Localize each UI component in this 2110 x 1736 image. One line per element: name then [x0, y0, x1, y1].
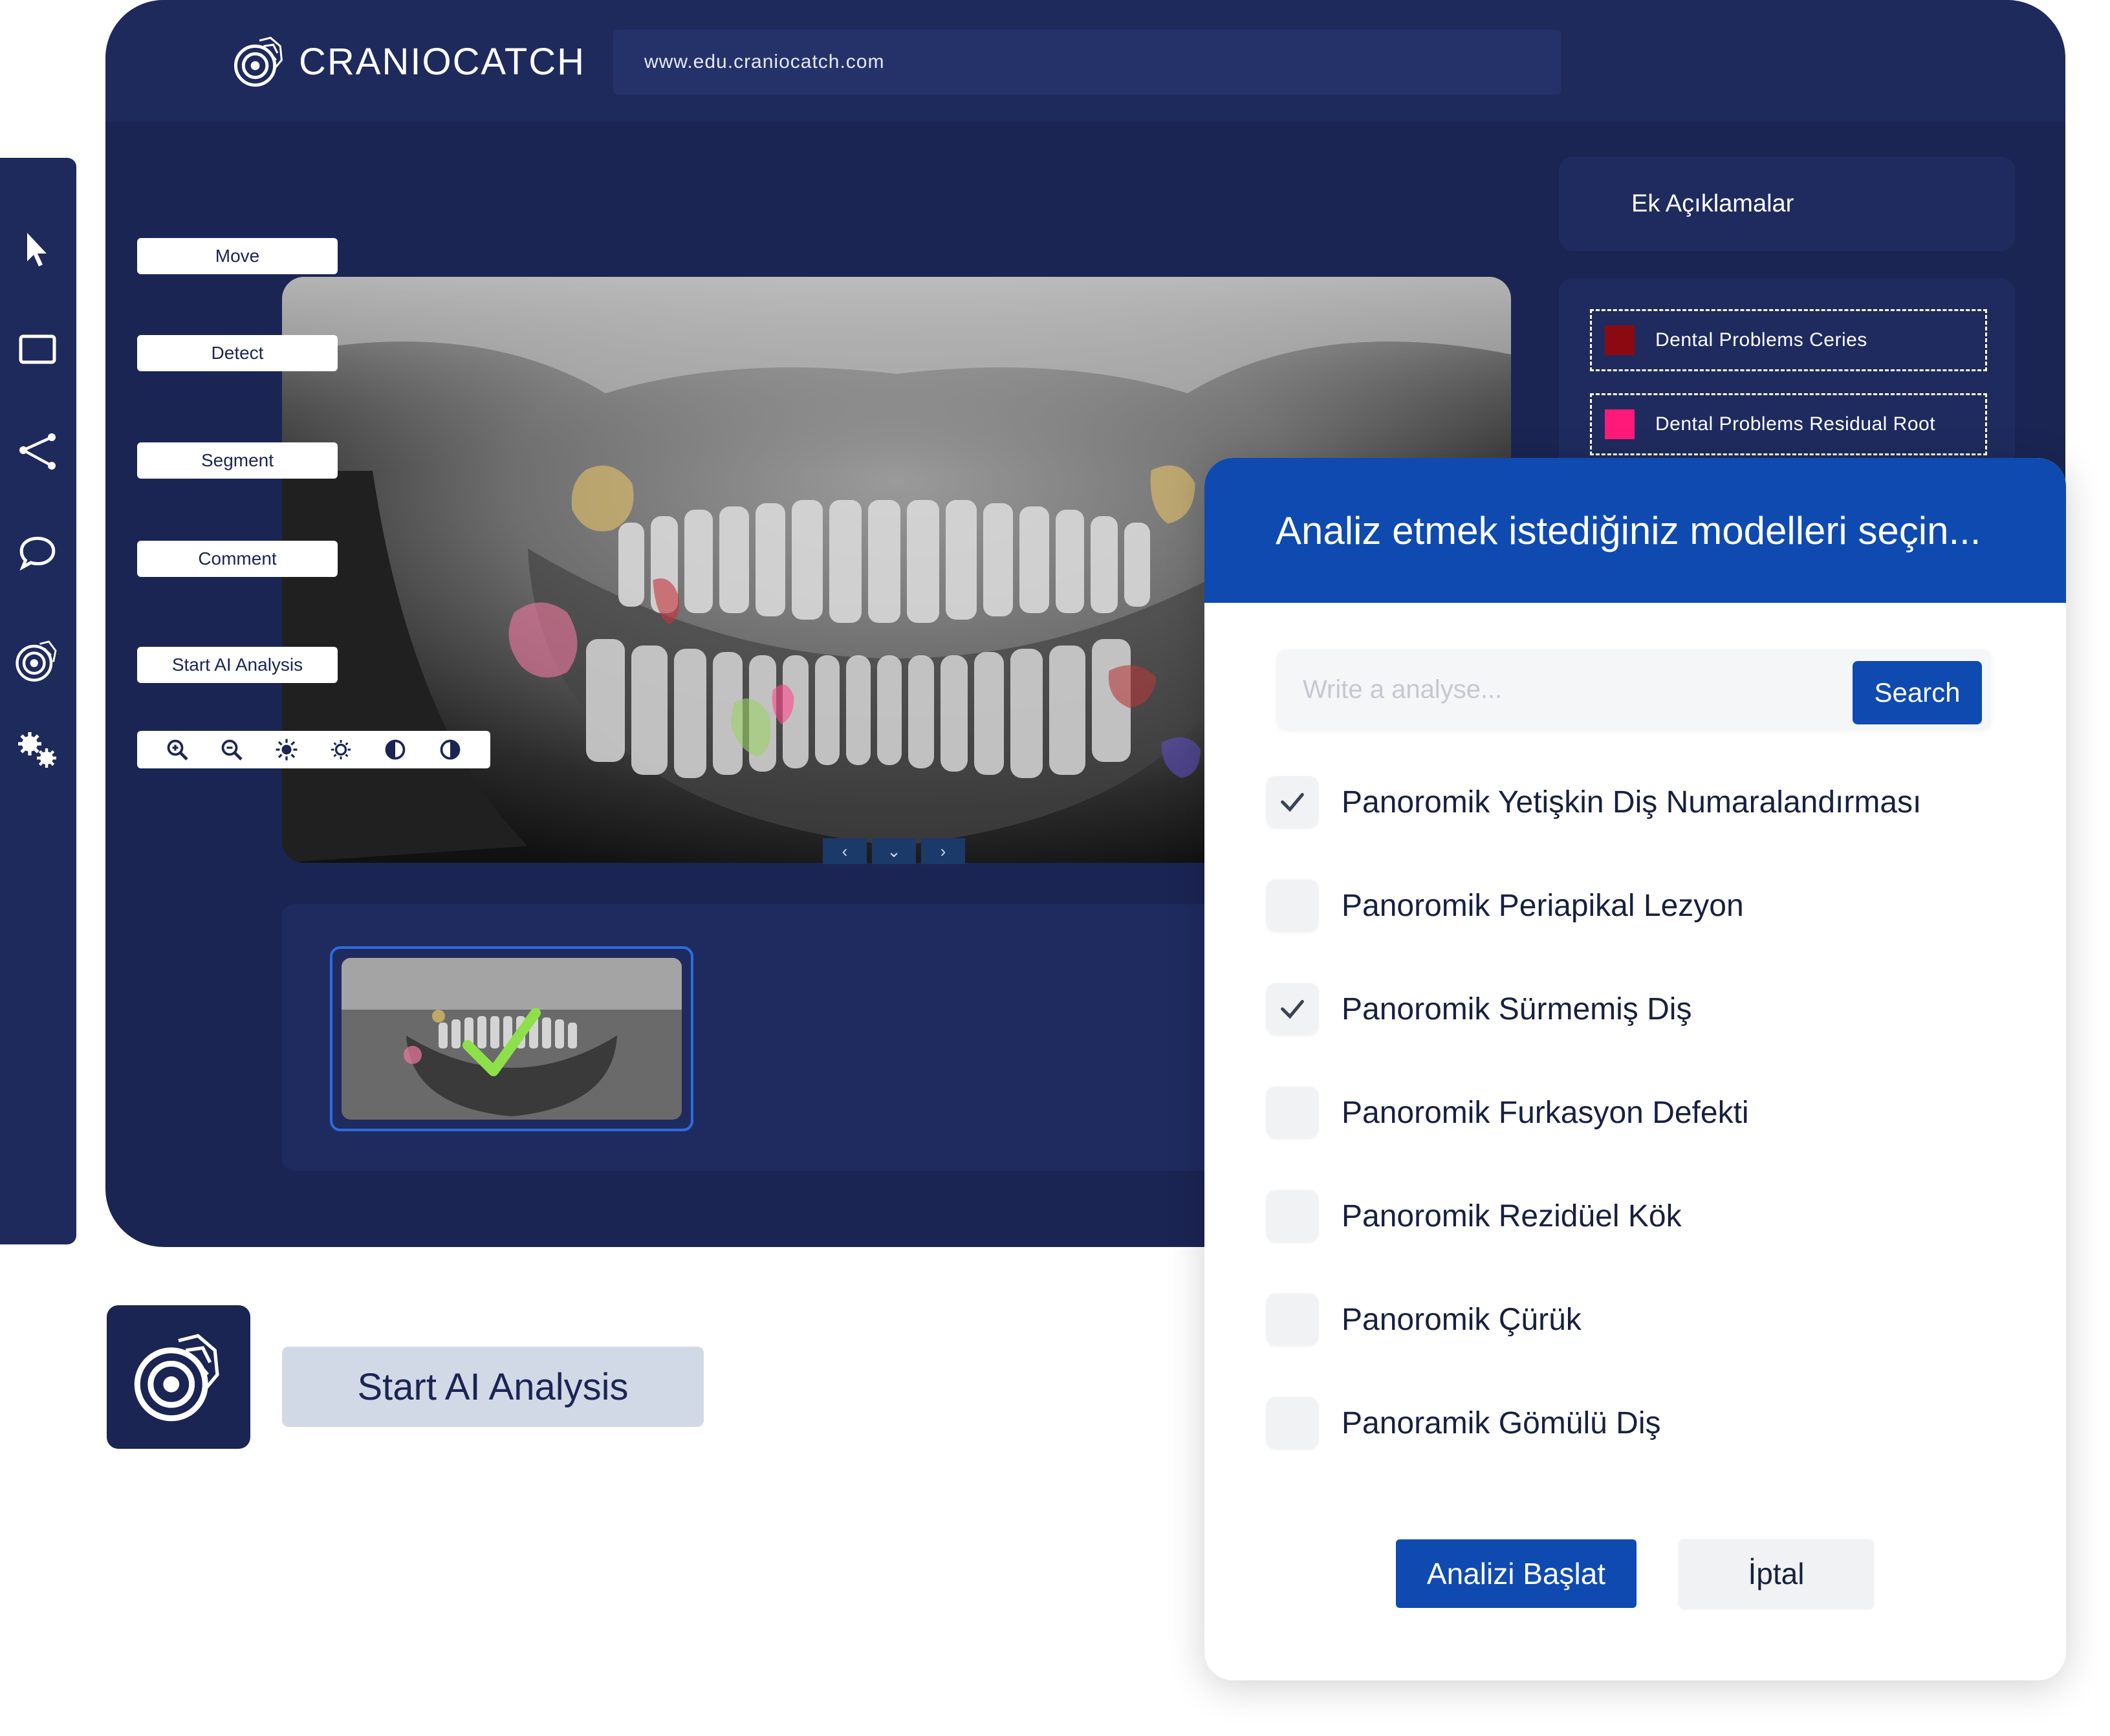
checkmark-icon [1281, 793, 1304, 812]
zoom-out-icon[interactable] [219, 737, 245, 763]
legend-swatch-caries [1605, 325, 1635, 355]
checkbox-unchecked[interactable] [1267, 1190, 1318, 1242]
detect-tool-button[interactable]: Detect [137, 335, 338, 371]
checkbox-checked[interactable] [1267, 776, 1318, 828]
left-toolbar [0, 158, 76, 1244]
model-label: Panoromik Sürmemiş Diş [1342, 992, 1692, 1026]
brand-name: CRANIOCATCH [299, 40, 586, 83]
checkbox-checked[interactable] [1267, 983, 1318, 1035]
legend-item-caries[interactable]: Dental Problems Ceries [1590, 309, 1987, 371]
search-bar: Search [1277, 649, 1991, 730]
model-item-furcation-defect[interactable]: Panoromik Furkasyon Defekti [1267, 1087, 1749, 1138]
model-label: Panoromik Rezidüel Kök [1342, 1199, 1682, 1233]
page-root: CRANIOCATCH www.edu.craniocatch.com ‹ ⌄ … [0, 0, 2110, 1736]
model-item-adult-numbering[interactable]: Panoromik Yetişkin Diş Numaralandırması [1267, 776, 1921, 828]
start-ai-analysis-tool-button[interactable]: Start AI Analysis [137, 647, 338, 683]
rectangle-icon[interactable] [14, 326, 61, 373]
model-label: Panoromik Çürük [1342, 1302, 1582, 1337]
model-item-caries[interactable]: Panoromik Çürük [1267, 1294, 1582, 1345]
craniocatch-logo-icon [234, 36, 283, 87]
start-analysis-button[interactable]: Analizi Başlat [1396, 1539, 1637, 1608]
xray-navigation: ‹ ⌄ › [823, 838, 965, 864]
ai-logo-icon [134, 1334, 219, 1422]
expand-image-button[interactable]: ⌄ [872, 838, 916, 864]
start-ai-analysis-button[interactable]: Start AI Analysis [282, 1347, 704, 1427]
search-button[interactable]: Search [1853, 661, 1982, 724]
thumbnail-image [342, 958, 682, 1120]
brightness-down-icon[interactable] [328, 737, 354, 763]
move-tool-button[interactable]: Move [137, 238, 338, 274]
cancel-button[interactable]: İptal [1679, 1539, 1873, 1608]
contrast-up-icon[interactable] [382, 737, 408, 763]
legend-item-residual-root[interactable]: Dental Problems Residual Root [1590, 393, 1987, 455]
checkbox-unchecked[interactable] [1267, 1397, 1318, 1449]
checkbox-unchecked[interactable] [1267, 1294, 1318, 1345]
dialog-header: Analiz etmek istediğiniz modelleri seçin… [1204, 458, 2066, 603]
model-label: Panoromik Furkasyon Defekti [1342, 1095, 1749, 1130]
model-selection-dialog: Analiz etmek istediğiniz modelleri seçin… [1204, 458, 2066, 1680]
model-label: Panoromik Periapikal Lezyon [1342, 888, 1744, 923]
model-item-unerupted-tooth[interactable]: Panoromik Sürmemiş Diş [1267, 983, 1691, 1035]
brightness-up-icon[interactable] [274, 737, 299, 763]
annotations-header: Ek Açıklamalar [1559, 157, 2015, 251]
settings-icon[interactable] [14, 727, 61, 774]
model-item-periapical-lesion[interactable]: Panoromik Periapikal Lezyon [1267, 880, 1744, 931]
checkmark-icon [1281, 1000, 1304, 1019]
previous-image-button[interactable]: ‹ [823, 838, 867, 864]
legend-label-caries: Dental Problems Ceries [1655, 329, 1867, 351]
model-item-impacted-tooth[interactable]: Panoramik Gömülü Diş [1267, 1397, 1661, 1449]
brand-logo: CRANIOCATCH [232, 34, 585, 89]
url-bar[interactable]: www.edu.craniocatch.com [613, 30, 1561, 94]
ai-icon[interactable] [14, 636, 61, 683]
polyline-icon[interactable] [14, 428, 61, 475]
url-text: www.edu.craniocatch.com [644, 51, 885, 72]
app-header: CRANIOCATCH www.edu.craniocatch.com [105, 0, 2065, 122]
dialog-title: Analiz etmek istediğiniz modelleri seçin… [1276, 508, 1981, 552]
viewer-controls [137, 731, 490, 768]
cursor-icon[interactable] [14, 226, 61, 273]
legend-swatch-residual-root [1605, 409, 1635, 439]
comment-icon[interactable] [14, 529, 61, 576]
model-label: Panoramik Gömülü Diş [1342, 1405, 1661, 1440]
model-item-residual-root[interactable]: Panoromik Rezidüel Kök [1267, 1190, 1682, 1242]
comment-tool-button[interactable]: Comment [137, 541, 338, 577]
zoom-in-icon[interactable] [164, 737, 190, 763]
annotation-legend: Dental Problems Ceries Dental Problems R… [1559, 278, 2015, 472]
checkbox-unchecked[interactable] [1267, 880, 1318, 931]
legend-label-residual-root: Dental Problems Residual Root [1655, 413, 1936, 435]
annotations-title: Ek Açıklamalar [1631, 190, 1794, 217]
contrast-down-icon[interactable] [437, 737, 463, 763]
ai-badge [107, 1305, 250, 1449]
search-input[interactable] [1303, 664, 1820, 715]
next-image-button[interactable]: › [921, 838, 965, 864]
checkbox-unchecked[interactable] [1267, 1087, 1318, 1138]
xray-thumbnail[interactable] [330, 946, 693, 1131]
segment-tool-button[interactable]: Segment [137, 442, 338, 479]
model-label: Panoromik Yetişkin Diş Numaralandırması [1342, 785, 1922, 819]
